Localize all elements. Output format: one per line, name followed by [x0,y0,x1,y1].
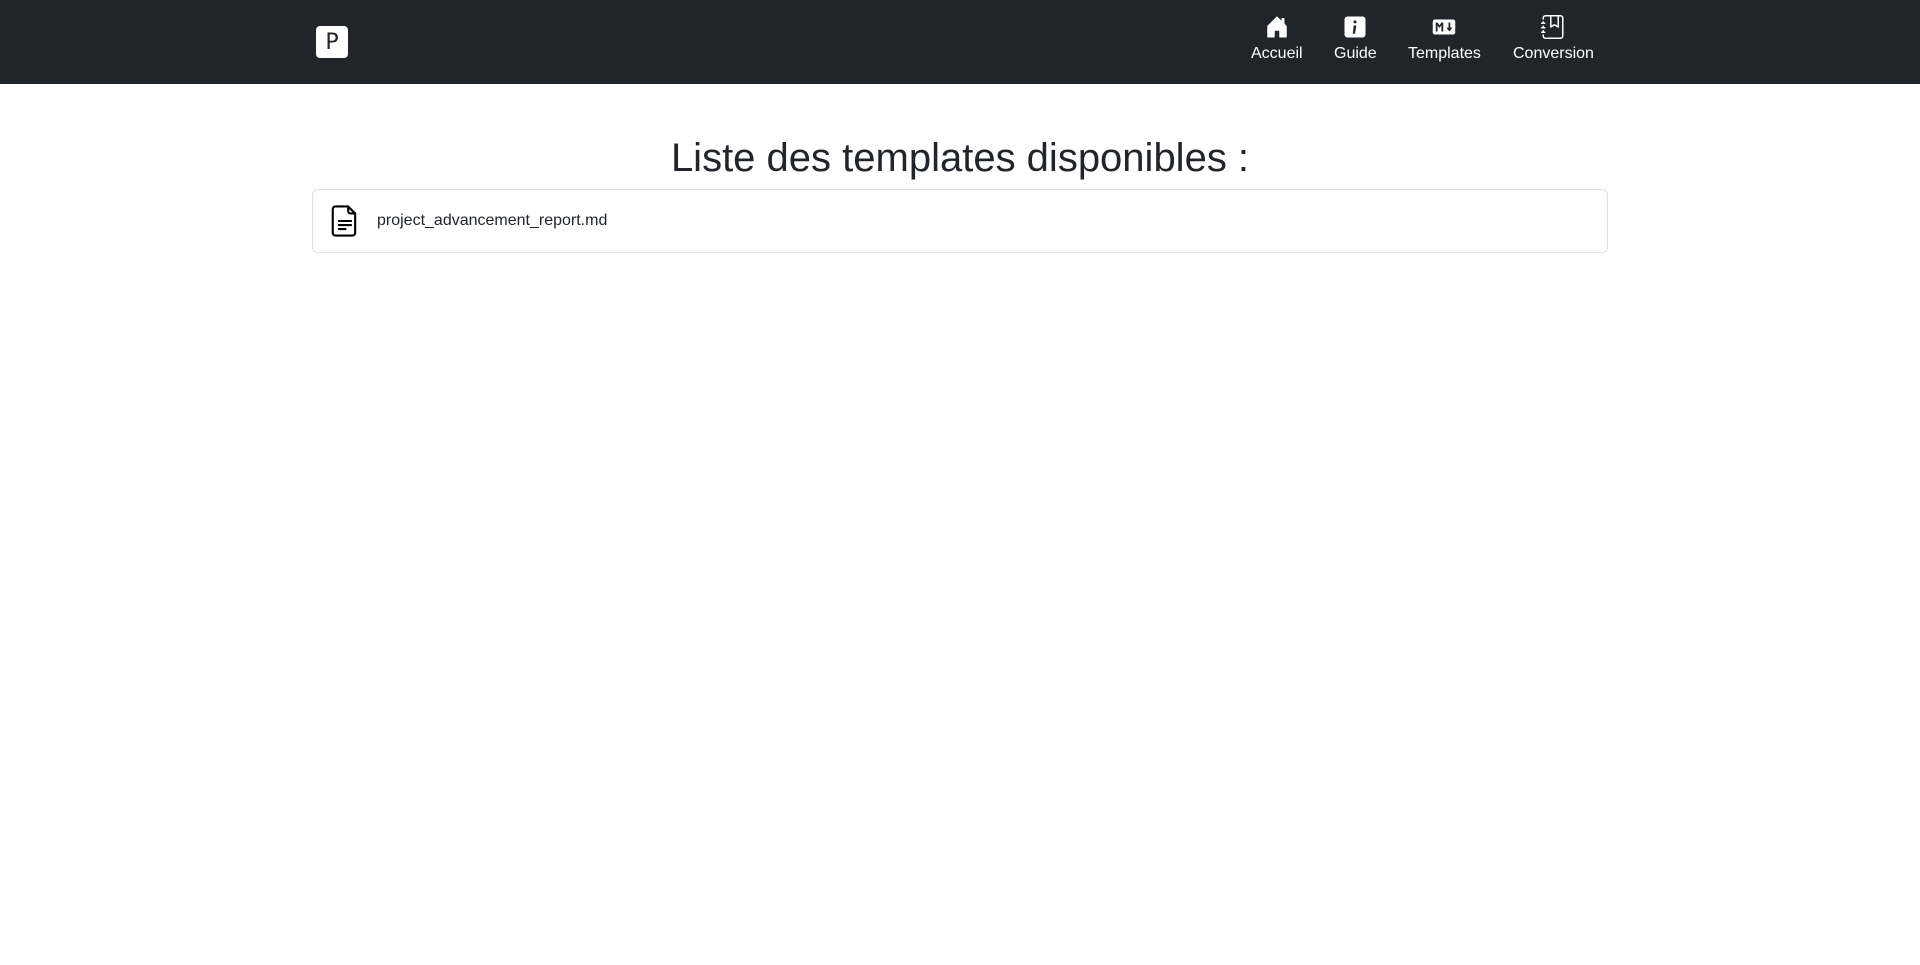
file-text-icon [331,204,359,238]
nav-item-conversion[interactable]: Conversion [1513,14,1594,64]
nav-item-guide[interactable]: Guide [1334,14,1377,64]
template-file-name: project_advancement_report.md [377,212,608,229]
navbar: P Accueil Guide Templates Conversion [0,0,1920,84]
brand-logo[interactable]: P [316,26,348,58]
page-title: Liste des templates disponibles : [670,136,1250,180]
nav-label-templates: Templates [1408,45,1481,62]
template-list: project_advancement_report.md [312,189,1608,253]
nav-item-accueil[interactable]: Accueil [1251,14,1303,64]
template-list-item[interactable]: project_advancement_report.md [312,189,1608,253]
nav-label-accueil: Accueil [1251,45,1303,62]
nav-label-guide: Guide [1334,45,1377,62]
journal-bookmark-icon [1540,14,1566,40]
nav-label-conversion: Conversion [1513,45,1594,62]
markdown-icon [1431,14,1457,40]
info-icon [1342,14,1368,40]
nav-item-templates[interactable]: Templates [1408,14,1481,64]
home-icon [1264,14,1290,40]
